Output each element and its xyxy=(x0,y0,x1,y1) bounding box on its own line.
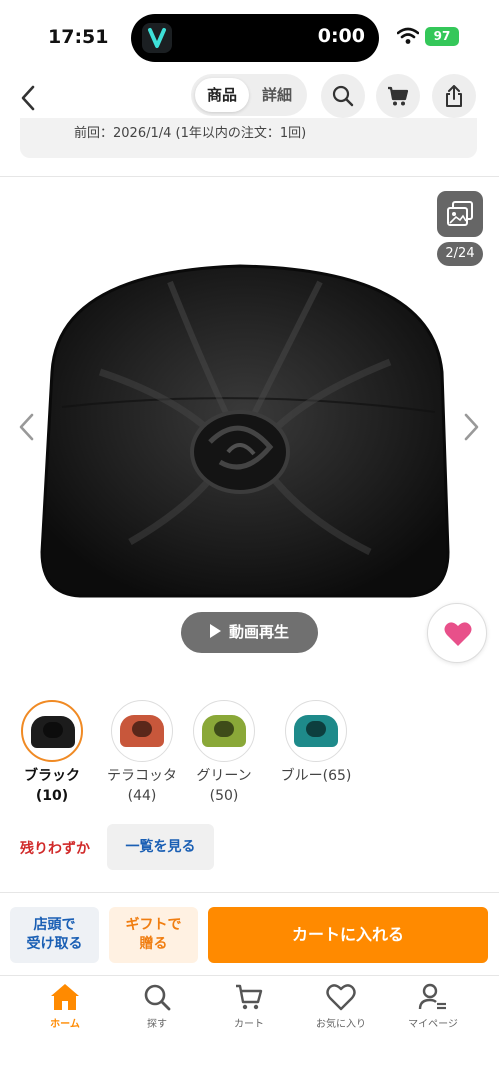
variant-count: (50) xyxy=(209,788,239,804)
back-button[interactable] xyxy=(12,76,46,116)
favorite-button[interactable] xyxy=(427,603,487,663)
black-leather-pouch-image xyxy=(40,264,450,598)
chevron-right-icon xyxy=(464,413,479,441)
tabbar-label: 探す xyxy=(147,1019,167,1030)
live-activity-timer: 0:00 xyxy=(317,25,365,47)
play-video-label: 動画再生 xyxy=(228,623,289,641)
variant-blue[interactable]: ブルー(65) xyxy=(261,700,371,786)
cart-button[interactable] xyxy=(376,74,420,118)
tabbar-label: ホーム xyxy=(50,1019,80,1030)
wifi-icon xyxy=(396,27,420,49)
cart-icon xyxy=(388,86,409,106)
user-icon xyxy=(418,983,446,1010)
gallery-icon xyxy=(447,201,473,226)
product-detail-segment: 商品 詳細 xyxy=(191,74,307,116)
tabbar-label: カート xyxy=(234,1019,264,1030)
next-image-button[interactable] xyxy=(460,412,482,446)
gift-label-line1: ギフトで xyxy=(125,917,182,933)
app-logo-icon xyxy=(142,23,172,53)
gallery-button[interactable] xyxy=(437,191,483,237)
low-stock-label: 残りわずか xyxy=(20,841,90,857)
top-navigation: 商品 詳細 xyxy=(0,70,499,124)
home-icon xyxy=(51,984,79,1010)
chevron-left-icon xyxy=(19,413,34,441)
divider xyxy=(0,975,499,976)
heart-icon xyxy=(444,622,472,646)
divider xyxy=(0,892,499,893)
battery-indicator: 97 xyxy=(425,27,459,46)
variant-thumbnail xyxy=(193,700,255,762)
variant-thumbnail xyxy=(111,700,173,762)
dynamic-island: 0:00 xyxy=(131,14,379,62)
store-pickup-button[interactable]: 店頭で 受け取る xyxy=(10,907,99,963)
previous-order-text: 前回：2026/1/4 (1年以内の注文：1回) xyxy=(74,126,307,141)
tabbar-label: マイページ xyxy=(408,1019,458,1030)
add-to-cart-button[interactable]: カートに入れる xyxy=(208,907,488,963)
variant-thumbnail xyxy=(21,700,83,762)
product-image[interactable] xyxy=(40,262,450,602)
tabbar-favorites[interactable]: お気に入り xyxy=(296,982,386,1030)
search-icon xyxy=(332,85,354,107)
tabbar-label: お気に入り xyxy=(316,1019,366,1030)
variant-thumbnail xyxy=(285,700,347,762)
tabbar-home[interactable]: ホーム xyxy=(20,982,110,1030)
share-icon xyxy=(446,85,462,107)
gift-label-line2: 贈る xyxy=(139,936,168,952)
play-icon xyxy=(209,624,221,638)
previous-order-info: 前回：2026/1/4 (1年以内の注文：1回) xyxy=(20,118,477,158)
tab-details[interactable]: 詳細 xyxy=(251,78,303,112)
tabbar-mypage[interactable]: マイページ xyxy=(388,982,478,1030)
chevron-left-icon xyxy=(21,85,35,111)
view-list-button[interactable]: 一覧を見る xyxy=(107,824,214,870)
status-time: 17:51 xyxy=(48,26,109,48)
cart-icon xyxy=(236,984,263,1010)
tabbar-cart[interactable]: カート xyxy=(204,982,294,1030)
search-icon xyxy=(144,984,171,1011)
search-button[interactable] xyxy=(321,74,365,118)
share-button[interactable] xyxy=(432,74,476,118)
variant-name: ブルー(65) xyxy=(280,768,352,784)
previous-image-button[interactable] xyxy=(16,412,38,446)
heart-icon xyxy=(326,984,356,1011)
store-pickup-label-line1: 店頭で xyxy=(33,917,76,933)
store-pickup-label-line2: 受け取る xyxy=(26,936,83,952)
divider xyxy=(0,176,499,177)
gift-button[interactable]: ギフトで 贈る xyxy=(109,907,198,963)
play-video-button[interactable]: 動画再生 xyxy=(181,612,318,653)
status-bar: 17:51 0:00 97 xyxy=(0,0,499,70)
tab-product[interactable]: 商品 xyxy=(195,78,249,112)
tabbar-search[interactable]: 探す xyxy=(112,982,202,1030)
